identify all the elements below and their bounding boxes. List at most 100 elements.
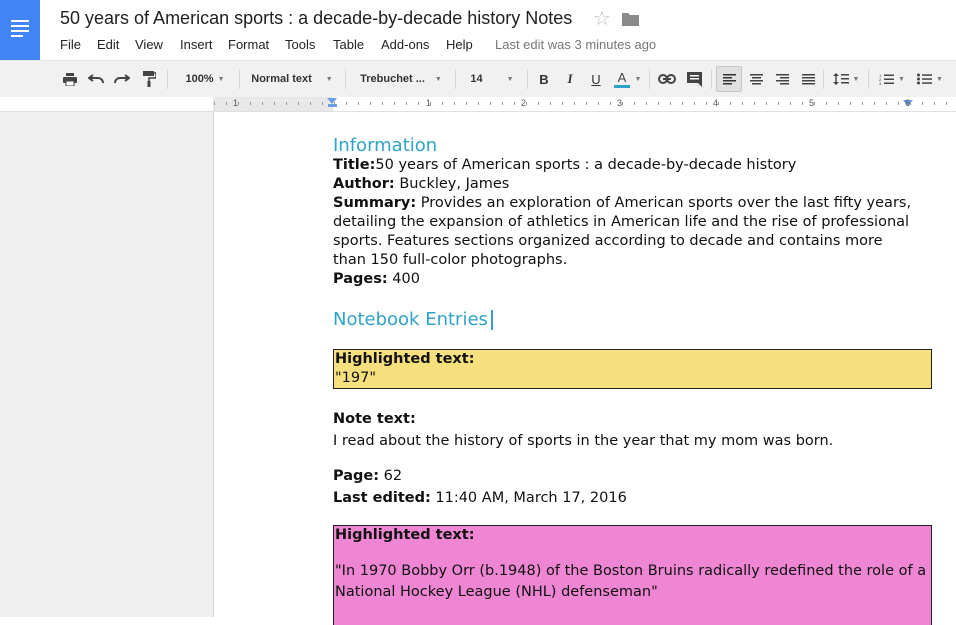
docs-home-icon[interactable] [0, 0, 40, 60]
ruler-tick [766, 102, 767, 105]
ruler-tick [850, 102, 851, 105]
menu-view[interactable]: View [135, 37, 163, 52]
page-value: 62 [379, 468, 403, 484]
text-color-letter: A [617, 69, 627, 85]
folder-icon[interactable] [622, 12, 639, 26]
ruler-tick [274, 102, 275, 105]
align-center-button[interactable] [746, 61, 766, 97]
ruler-tick [934, 102, 935, 105]
notebook-heading: Notebook Entries [333, 309, 493, 330]
ruler-tick [910, 102, 911, 105]
menu-format[interactable]: Format [228, 37, 269, 52]
highlight-label: Highlighted text: [335, 351, 475, 367]
highlight-text: "197" [335, 370, 377, 386]
paint-format-icon[interactable] [139, 61, 159, 97]
numbered-list-button[interactable]: 123 ▼ [875, 61, 909, 97]
menu-edit[interactable]: Edit [97, 37, 119, 52]
highlight-label: Highlighted text: [335, 527, 475, 543]
chevron-down-icon: ▼ [852, 75, 860, 83]
ruler-tick [550, 102, 551, 105]
ruler-tick [310, 102, 311, 105]
align-left-button[interactable] [716, 66, 742, 92]
toolbar-divider [711, 69, 712, 89]
print-icon[interactable] [60, 61, 80, 97]
font-size-select[interactable]: 14 ▼ [462, 61, 522, 97]
ruler-tick [802, 102, 803, 105]
page-line: Page: 62 [333, 468, 402, 484]
star-icon[interactable]: ☆ [593, 6, 611, 31]
highlight-box[interactable]: Highlighted text: "In 1970 Bobby Orr (b.… [333, 525, 932, 625]
ruler-tick [586, 102, 587, 105]
ruler-tick [862, 102, 863, 105]
ruler-tick [394, 102, 395, 105]
chevron-down-icon[interactable]: ▼ [633, 61, 643, 97]
ruler-tick [574, 102, 575, 105]
chevron-down-icon: ▼ [936, 75, 943, 83]
text-color-button[interactable]: A [611, 61, 633, 97]
menu-help[interactable]: Help [446, 37, 473, 52]
ruler-tick [334, 102, 335, 105]
menu-insert[interactable]: Insert [180, 37, 213, 52]
ruler-tick [418, 102, 419, 105]
chevron-down-icon: ▼ [434, 75, 442, 83]
align-justify-button[interactable] [798, 61, 818, 97]
menu-addons[interactable]: Add-ons [381, 37, 429, 52]
ruler-left-margin [213, 97, 333, 111]
ruler-tick [886, 102, 887, 105]
ruler-tick [874, 102, 875, 105]
ruler[interactable]: 1 1 2 3 4 5 6 [0, 97, 956, 112]
text-cursor [490, 310, 493, 330]
document-title[interactable]: 50 years of American sports : a decade-b… [60, 8, 572, 29]
summary-line-1: Summary: Provides an exploration of Amer… [333, 195, 911, 211]
ruler-tick [490, 102, 491, 105]
bulleted-list-button[interactable]: ▼ [913, 61, 947, 97]
undo-icon[interactable] [86, 61, 106, 97]
ruler-tick [718, 102, 719, 105]
author-value: Buckley, James [394, 176, 510, 192]
last-edit-status[interactable]: Last edit was 3 minutes ago [495, 37, 656, 52]
line-spacing-button[interactable]: ▼ [829, 61, 863, 97]
notebook-heading-text: Notebook Entries [333, 309, 488, 330]
ruler-tick [706, 102, 707, 105]
svg-text:3: 3 [879, 81, 882, 85]
pages-value: 400 [387, 271, 420, 287]
app-header: 50 years of American sports : a decade-b… [0, 0, 956, 60]
pages-label: Pages: [333, 271, 388, 287]
last-edited-line: Last edited: 11:40 AM, March 17, 2016 [333, 490, 627, 506]
paragraph-style-select[interactable]: Normal text ▼ [247, 61, 337, 97]
chevron-down-icon: ▼ [506, 75, 514, 83]
summary-line-2: detailing the expansion of athletics in … [333, 214, 910, 230]
bold-button[interactable]: B [535, 61, 553, 97]
information-heading: Information [333, 135, 438, 156]
ruler-tick [214, 102, 215, 105]
ruler-tick [730, 102, 731, 105]
toolbar-divider [868, 69, 869, 89]
ruler-tick [478, 102, 479, 105]
toolbar-divider [649, 69, 650, 89]
page-label: Page: [333, 468, 380, 484]
toolbar-divider [455, 69, 456, 89]
link-icon[interactable] [656, 61, 678, 97]
toolbar: 100% ▼ Normal text ▼ Trebuchet ... ▼ 14 ▼ B … [0, 60, 956, 98]
font-family-select[interactable]: Trebuchet ... ▼ [355, 61, 447, 97]
summary-line-4: than 150 full-color photographs. [333, 252, 568, 268]
menu-file[interactable]: File [60, 37, 81, 52]
font-family-value: Trebuchet ... [360, 73, 425, 85]
italic-button[interactable]: I [561, 61, 579, 97]
ruler-tick [430, 102, 431, 105]
highlight-box[interactable]: Highlighted text: "197" [333, 349, 932, 389]
first-line-indent-marker-icon[interactable] [328, 104, 337, 107]
align-right-button[interactable] [772, 61, 792, 97]
redo-icon[interactable] [112, 61, 132, 97]
underline-button[interactable]: U [587, 61, 605, 97]
font-size-value: 14 [470, 73, 483, 85]
comment-icon[interactable] [684, 61, 704, 97]
summary-label: Summary: [333, 195, 417, 211]
ruler-tick [646, 102, 647, 105]
ruler-tick [250, 102, 251, 105]
zoom-select[interactable]: 100% ▼ [175, 61, 235, 97]
ruler-tick [454, 102, 455, 105]
menu-tools[interactable]: Tools [285, 37, 315, 52]
menu-table[interactable]: Table [333, 37, 364, 52]
ruler-tick [514, 102, 515, 105]
